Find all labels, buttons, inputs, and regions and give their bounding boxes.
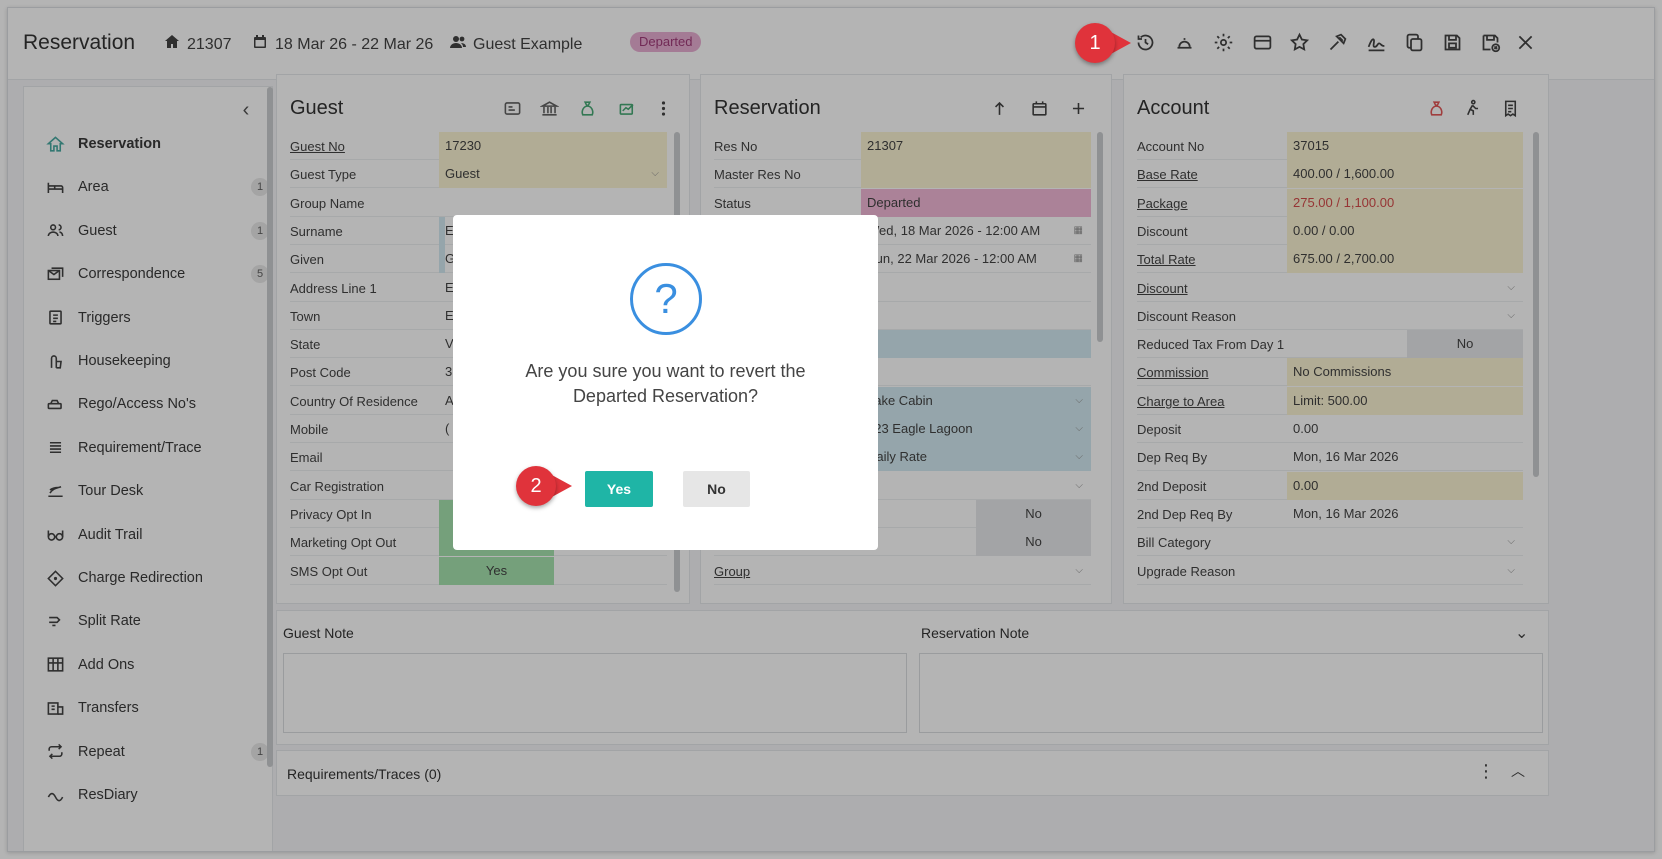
yes-button[interactable]: Yes bbox=[585, 471, 653, 507]
callout-2: 2 bbox=[516, 466, 574, 506]
no-button[interactable]: No bbox=[683, 471, 750, 507]
callout-1: 1 bbox=[1075, 23, 1133, 63]
question-icon: ? bbox=[630, 263, 702, 335]
confirm-message: Are you sure you want to revert the Depa… bbox=[525, 361, 806, 406]
